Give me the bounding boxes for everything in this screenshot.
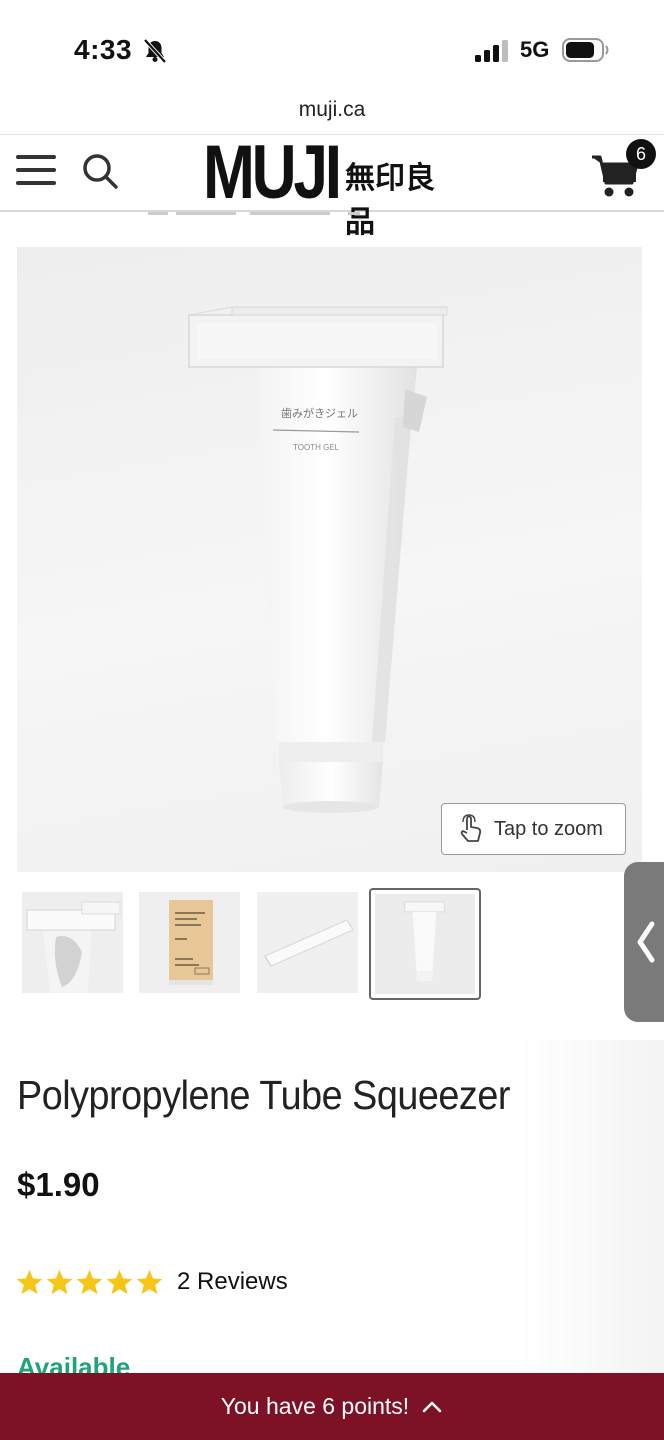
thumbnail-3[interactable] — [257, 892, 358, 993]
url-bar[interactable]: muji.ca — [0, 96, 664, 134]
tap-to-zoom-label: Tap to zoom — [494, 817, 603, 840]
url-text: muji.ca — [298, 98, 366, 121]
thumbnail-strip — [22, 888, 492, 1000]
decorative-shade — [520, 1040, 664, 1373]
thumbnail-2[interactable] — [139, 892, 240, 993]
tube-print-jp: 歯みがきジェル — [281, 406, 358, 420]
side-drawer-tab[interactable] — [624, 862, 664, 1022]
cart-button[interactable]: 6 — [588, 139, 658, 207]
tube-print-en: TOOTH GEL — [293, 443, 340, 452]
menu-icon[interactable] — [16, 155, 56, 189]
star-icon — [136, 1269, 163, 1294]
points-bar[interactable]: You have 6 points! — [0, 1373, 664, 1440]
bell-slash-icon — [143, 38, 167, 64]
search-icon[interactable] — [80, 151, 120, 191]
tap-to-zoom-button[interactable]: Tap to zoom — [441, 803, 626, 855]
chevron-up-icon — [422, 1401, 442, 1412]
thumb-squeezer-only-image — [257, 892, 358, 993]
thumbnail-4-selected[interactable] — [369, 888, 481, 1000]
reviews-link[interactable]: 2 Reviews — [177, 1268, 288, 1296]
thumb-package-image — [139, 892, 240, 993]
status-bar: 4:33 5G — [0, 0, 664, 96]
chevron-left-icon — [637, 921, 655, 963]
tooth-gel-tube-image: 歯みがきジェル TOOTH GEL — [188, 306, 448, 813]
product-price: $1.90 — [17, 1166, 100, 1203]
star-icon — [106, 1269, 133, 1294]
muji-logo[interactable]: MUJI 無印良品 — [203, 130, 463, 241]
logo-text: MUJI — [203, 130, 342, 215]
breadcrumb — [0, 212, 664, 228]
star-icon — [46, 1269, 73, 1294]
availability-status: Available — [17, 1352, 131, 1374]
thumb-tooth-gel-image — [375, 894, 475, 994]
points-label: You have 6 points! — [220, 1393, 410, 1419]
star-icon — [76, 1269, 103, 1294]
network-label: 5G — [520, 37, 550, 62]
star-icon — [16, 1269, 43, 1294]
cart-count-badge: 6 — [626, 139, 656, 169]
product-title: Polypropylene Tube Squeezer — [17, 1072, 510, 1118]
battery-icon — [562, 38, 609, 62]
thumbnail-1[interactable] — [22, 892, 123, 993]
site-header: MUJI 無印良品 6 — [0, 130, 664, 241]
status-time: 4:33 — [74, 34, 133, 65]
rating-summary[interactable]: 2 Reviews — [15, 1264, 288, 1300]
product-main-image[interactable]: 歯みがきジェル TOOTH GEL Tap to zoom — [17, 247, 642, 872]
thumb-squeezer-on-tube-image — [22, 892, 123, 993]
hand-tap-icon — [460, 814, 482, 842]
signal-icon — [475, 40, 508, 62]
